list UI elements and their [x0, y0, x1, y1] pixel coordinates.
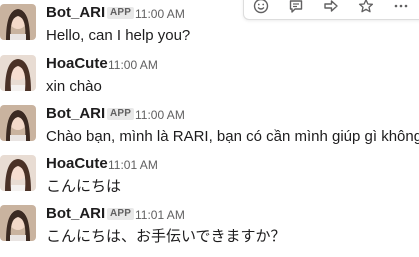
more-actions-icon [394, 4, 408, 8]
app-badge: APP [107, 208, 135, 220]
sender-name[interactable]: Bot_ARI [46, 205, 105, 223]
avatar[interactable] [0, 105, 36, 141]
avatar[interactable] [0, 205, 36, 241]
message-text: こんにちは [46, 178, 122, 195]
reply-in-thread-icon [289, 0, 303, 13]
timestamp[interactable]: 11:00 AM [135, 6, 185, 22]
add-reaction-button[interactable] [247, 0, 275, 17]
sender-name[interactable]: HoaCute [46, 55, 108, 73]
avatar[interactable] [0, 155, 36, 191]
message-item: Bot_ARI APP 11:00 AM Chào bạn, mình là R… [0, 105, 419, 155]
more-actions-button[interactable] [387, 0, 415, 17]
app-badge: APP [107, 7, 135, 19]
message-actions-toolbar [243, 0, 419, 20]
message-item: Bot_ARI APP 11:01 AM こんにちは、お手伝いできますか？ [0, 205, 419, 255]
share-message-button[interactable] [317, 0, 345, 17]
share-message-icon [324, 0, 338, 12]
sender-name[interactable]: Bot_ARI [46, 105, 105, 123]
sender-name[interactable]: Bot_ARI [46, 4, 105, 22]
emoji-reaction-icon [253, 0, 269, 14]
timestamp[interactable]: 11:00 AM [108, 57, 158, 73]
reply-in-thread-button[interactable] [282, 0, 310, 17]
avatar[interactable] [0, 55, 36, 91]
message-text: こんにちは、お手伝いできますか？ [46, 228, 286, 245]
message-text: Hello, can I help you? [46, 27, 191, 44]
timestamp[interactable]: 11:01 AM [135, 207, 185, 223]
timestamp[interactable]: 11:01 AM [108, 157, 158, 173]
message-item: HoaCute 11:01 AM こんにちは [0, 155, 419, 205]
sender-name[interactable]: HoaCute [46, 155, 108, 173]
message-text: xin chào [46, 78, 102, 95]
save-star-icon [358, 0, 374, 13]
message-text: Chào bạn, mình là RARI, bạn có cần mình … [46, 128, 419, 145]
avatar[interactable] [0, 4, 36, 40]
save-message-button[interactable] [352, 0, 380, 17]
timestamp[interactable]: 11:00 AM [135, 107, 185, 123]
app-badge: APP [107, 108, 135, 120]
message-item: HoaCute 11:00 AM xin chào [0, 55, 419, 105]
